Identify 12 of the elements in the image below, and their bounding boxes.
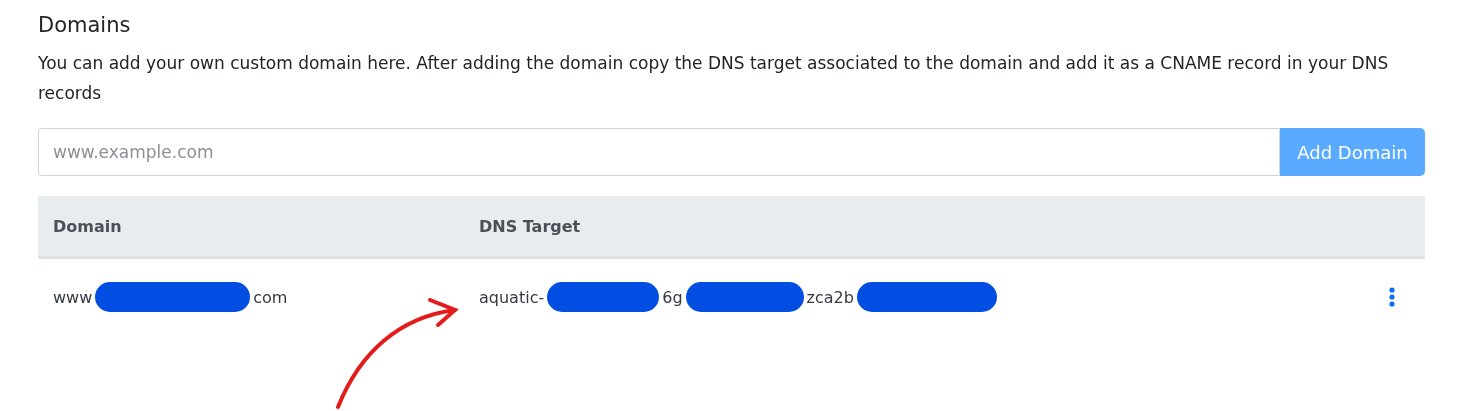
cell-text: aquatic- (479, 287, 545, 307)
cell-text: 6g (662, 287, 683, 307)
section-title: Domains (38, 12, 132, 39)
cell-text: zca2b (806, 287, 854, 307)
domain-input-field[interactable]: www.example.com (38, 128, 1280, 176)
description-text: You can add your own custom domain here. After adding the domain copy the DNS target associated to the domain and add it as a CNAME record in your DNS records (38, 52, 1390, 105)
more-options-icon[interactable] (1389, 287, 1395, 307)
column-header: Domain (52, 216, 123, 236)
cell-text: com (253, 287, 288, 307)
cell-text: www (53, 287, 93, 307)
add-domain-button[interactable]: Add Domain (1280, 128, 1425, 176)
column-header: DNS Target (478, 216, 582, 236)
